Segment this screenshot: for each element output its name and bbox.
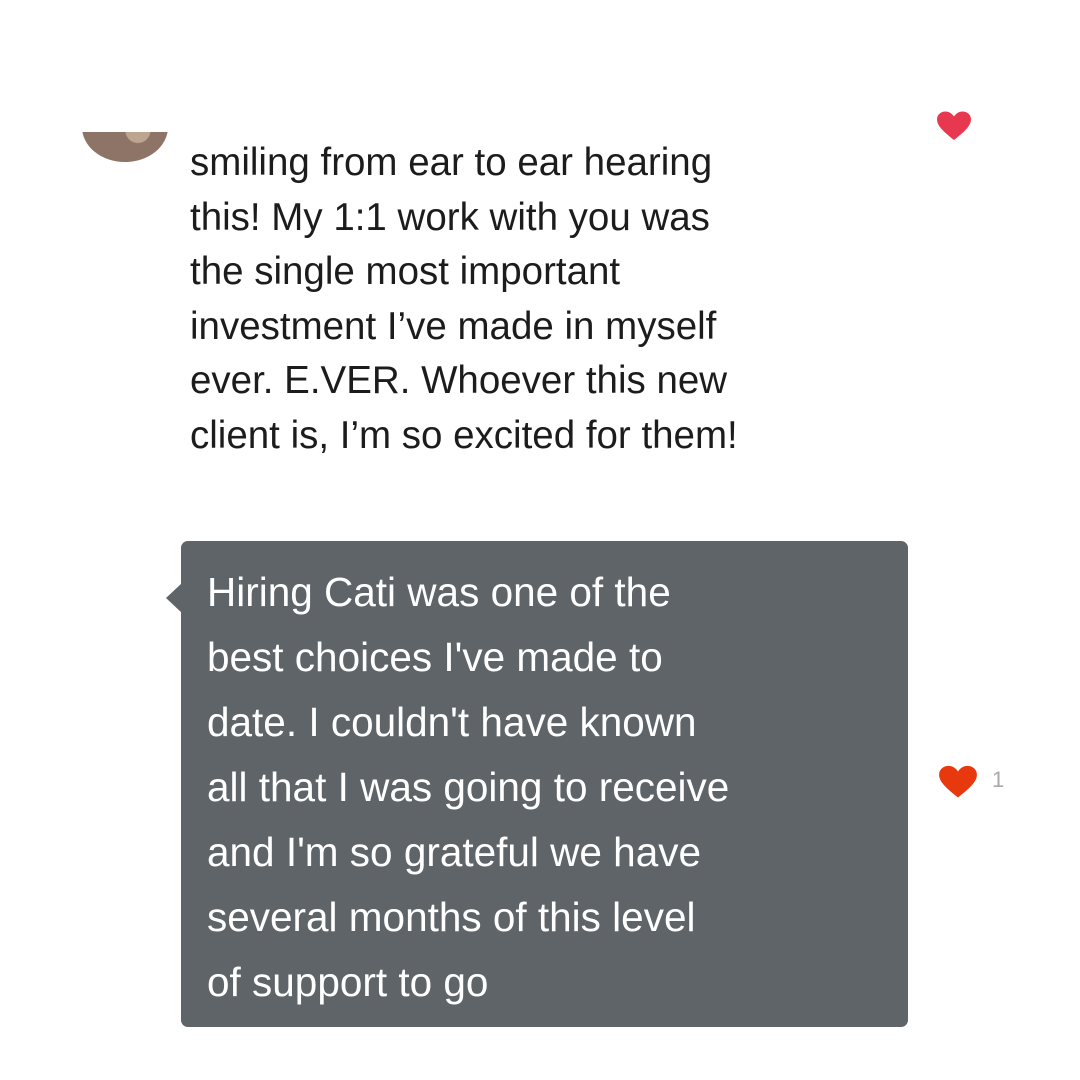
comment-text: smiling from ear to ear hearing this! My… <box>190 141 738 457</box>
bubble-tail <box>166 583 182 613</box>
message-text: Hiring Cati was one of the best choices … <box>207 569 730 1005</box>
heart-icon[interactable] <box>936 111 972 141</box>
like-count: 1 <box>992 767 1005 792</box>
heart-icon[interactable] <box>938 765 978 799</box>
avatar[interactable] <box>82 132 168 162</box>
